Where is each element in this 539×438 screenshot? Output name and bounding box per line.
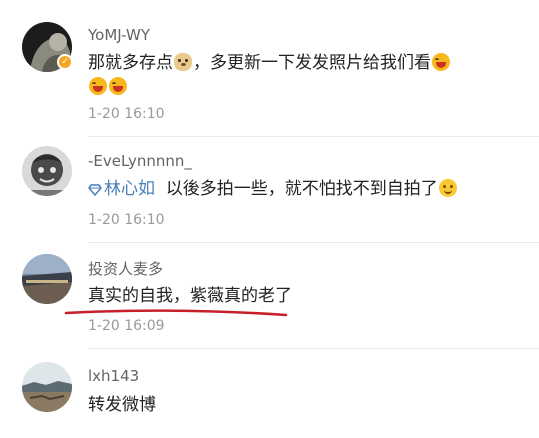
- comment-text-part: 那就多存点: [88, 53, 173, 73]
- diamond-icon: [88, 180, 102, 202]
- avatar[interactable]: [22, 146, 72, 196]
- comment-text-line2: [88, 76, 128, 98]
- divider: [88, 348, 539, 349]
- comment-text: 那就多存点 ，多更新一下发发照片给我们看: [88, 52, 451, 74]
- laugh-icon: [432, 53, 450, 71]
- avatar-image: [22, 362, 72, 412]
- comment-time: 1-20 16:10: [88, 212, 165, 228]
- avatar[interactable]: [22, 254, 72, 304]
- avatar-image: [22, 254, 72, 304]
- comment-text-part: ，多更新一下发发照片给我们看: [193, 53, 431, 73]
- avatar-image: [22, 146, 72, 196]
- comment-text: 转发微博: [88, 395, 156, 415]
- divider: [88, 242, 539, 243]
- comment-time: 1-20 16:10: [88, 106, 165, 122]
- comment-username[interactable]: lxh143: [88, 367, 139, 385]
- mention-link[interactable]: 林心如: [104, 179, 155, 199]
- comment-text: 林心如 以後多拍一些，就不怕找不到自拍了: [88, 178, 458, 202]
- verified-badge-icon: ✓: [57, 54, 73, 70]
- comment-username[interactable]: 投资人麦多: [88, 258, 163, 279]
- laugh-icon: [109, 77, 127, 95]
- comment-text: 真实的自我，紫薇真的老了: [88, 286, 292, 306]
- comment-username[interactable]: YoMJ-WY: [88, 26, 150, 44]
- laugh-icon: [89, 77, 107, 95]
- avatar[interactable]: [22, 362, 72, 412]
- comment-username[interactable]: -EveLynnnnn_: [88, 152, 192, 170]
- doge-icon: [174, 53, 192, 71]
- smile-icon: [438, 179, 457, 197]
- comment-text-part: 以後多拍一些，就不怕找不到自拍了: [165, 179, 438, 199]
- comment-time: 1-20 16:09: [88, 318, 165, 334]
- divider: [88, 136, 539, 137]
